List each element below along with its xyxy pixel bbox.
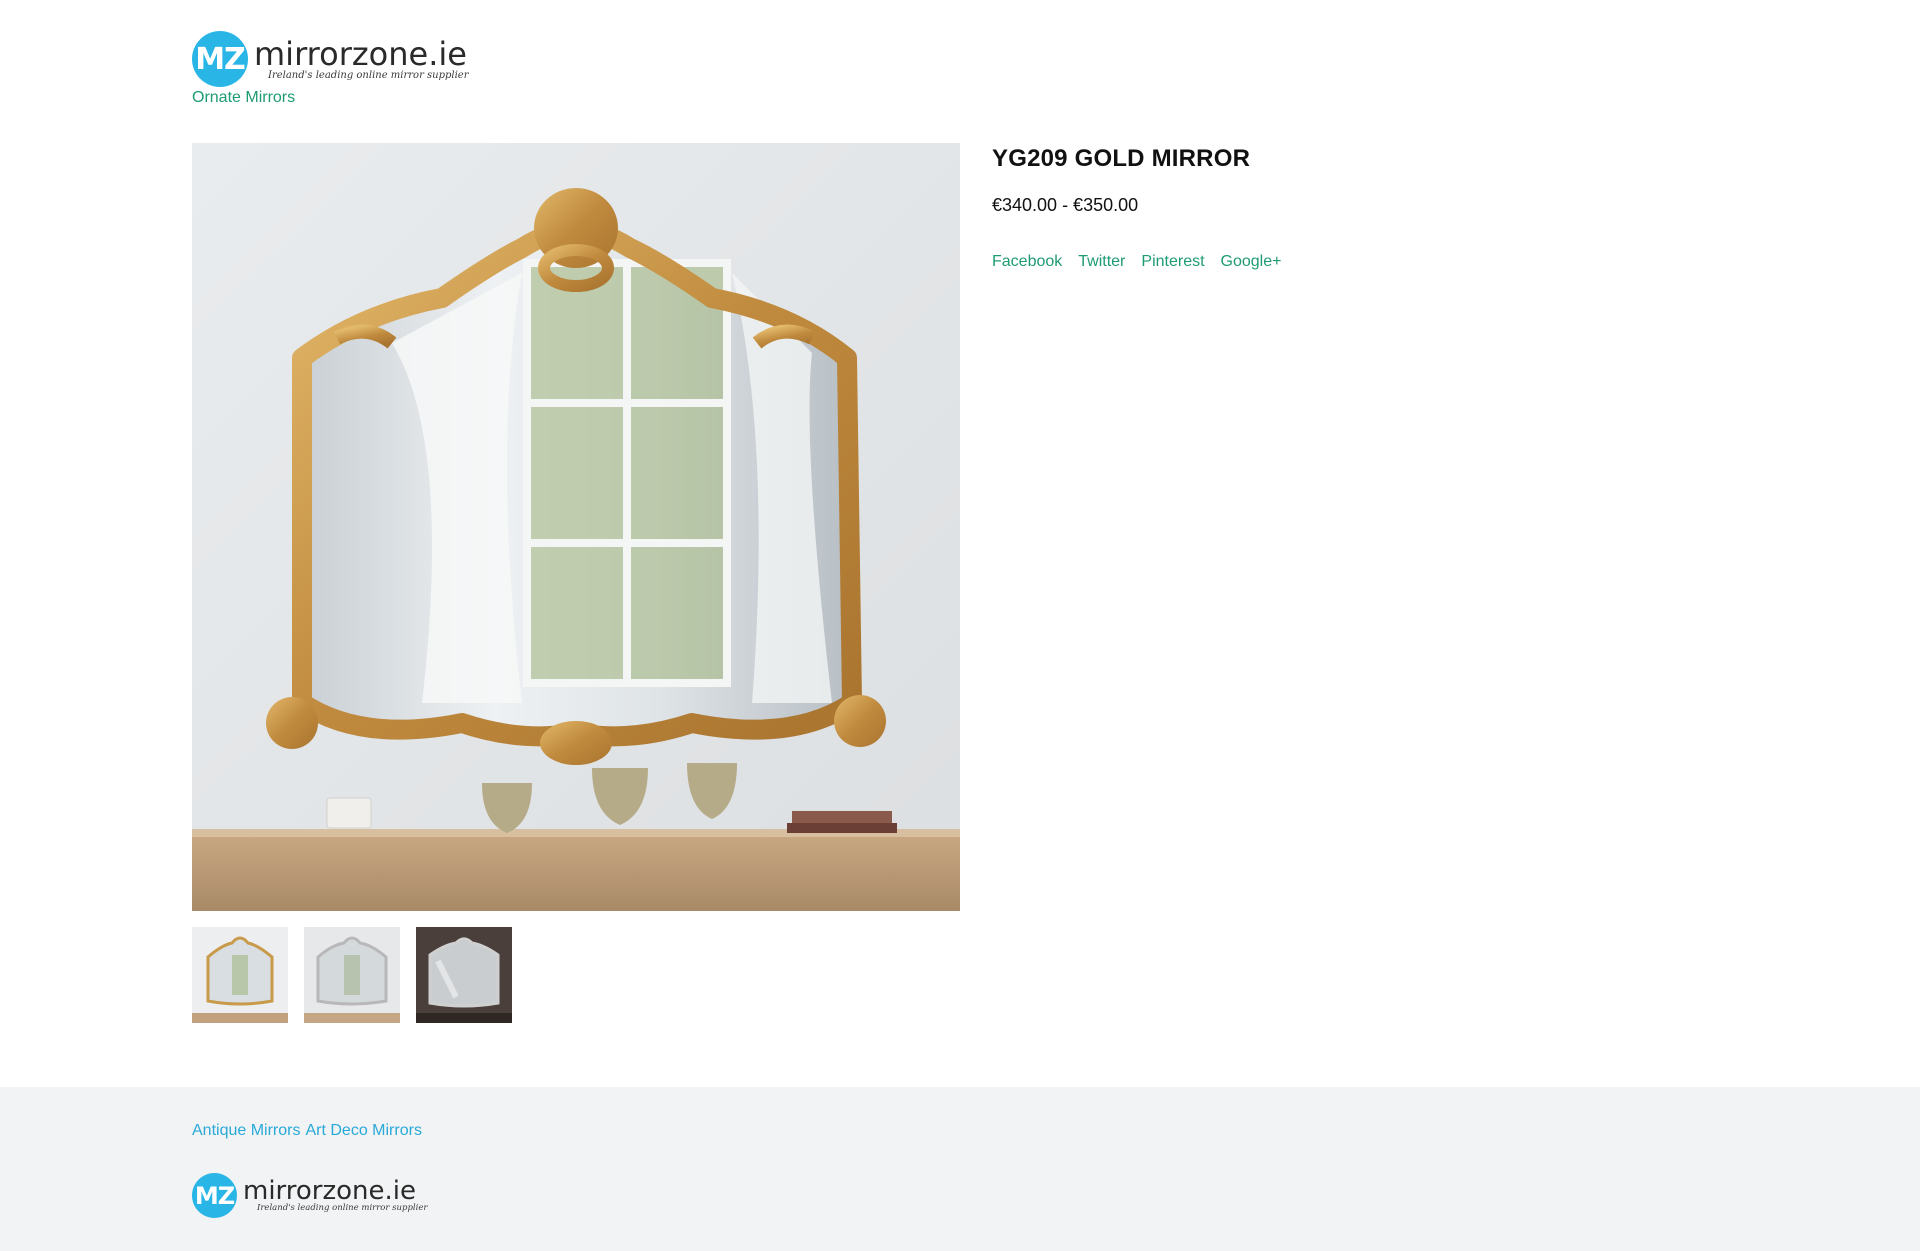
footer-link-art-deco-mirrors[interactable]: Art Deco Mirrors bbox=[305, 1122, 421, 1140]
logo-name: mirrorzone.ie bbox=[254, 34, 467, 73]
logo-badge: MZ bbox=[192, 31, 248, 87]
site-footer bbox=[0, 1087, 1920, 1251]
footer-link-antique-mirrors[interactable]: Antique Mirrors bbox=[192, 1122, 300, 1140]
logo-name: mirrorzone.ie bbox=[243, 1175, 417, 1206]
share-twitter-link[interactable]: Twitter bbox=[1078, 253, 1125, 271]
share-pinterest-link[interactable]: Pinterest bbox=[1141, 253, 1204, 271]
product-title: YG209 GOLD MIRROR bbox=[992, 145, 1251, 172]
category-link[interactable]: Ornate Mirrors bbox=[192, 89, 295, 107]
share-links: Facebook Twitter Pinterest Google+ bbox=[992, 253, 1281, 271]
logo-badge: MZ bbox=[192, 1173, 237, 1218]
thumbnail-silver-dark[interactable] bbox=[416, 927, 512, 1023]
logo-text: mirrorzone.ie Ireland's leading online m… bbox=[254, 38, 469, 81]
mirror-photo bbox=[192, 143, 960, 911]
site-logo[interactable]: MZ mirrorzone.ie Ireland's leading onlin… bbox=[192, 31, 469, 87]
footer-logo[interactable]: MZ mirrorzone.ie Ireland's leading onlin… bbox=[192, 1173, 427, 1218]
product-price: €340.00 - €350.00 bbox=[992, 195, 1139, 215]
thumbnail-silver[interactable] bbox=[304, 927, 400, 1023]
thumbnail-gold[interactable] bbox=[192, 927, 288, 1023]
footer-links: Antique Mirrors Art Deco Mirrors bbox=[192, 1122, 422, 1140]
logo-text: mirrorzone.ie Ireland's leading online m… bbox=[243, 1178, 427, 1213]
share-googleplus-link[interactable]: Google+ bbox=[1221, 253, 1282, 271]
logo-tagline: Ireland's leading online mirror supplier bbox=[257, 1202, 428, 1213]
thumbnail-strip bbox=[192, 927, 512, 1023]
share-facebook-link[interactable]: Facebook bbox=[992, 253, 1062, 271]
product-main-image[interactable] bbox=[192, 143, 960, 911]
logo-tagline: Ireland's leading online mirror supplier bbox=[268, 69, 469, 81]
